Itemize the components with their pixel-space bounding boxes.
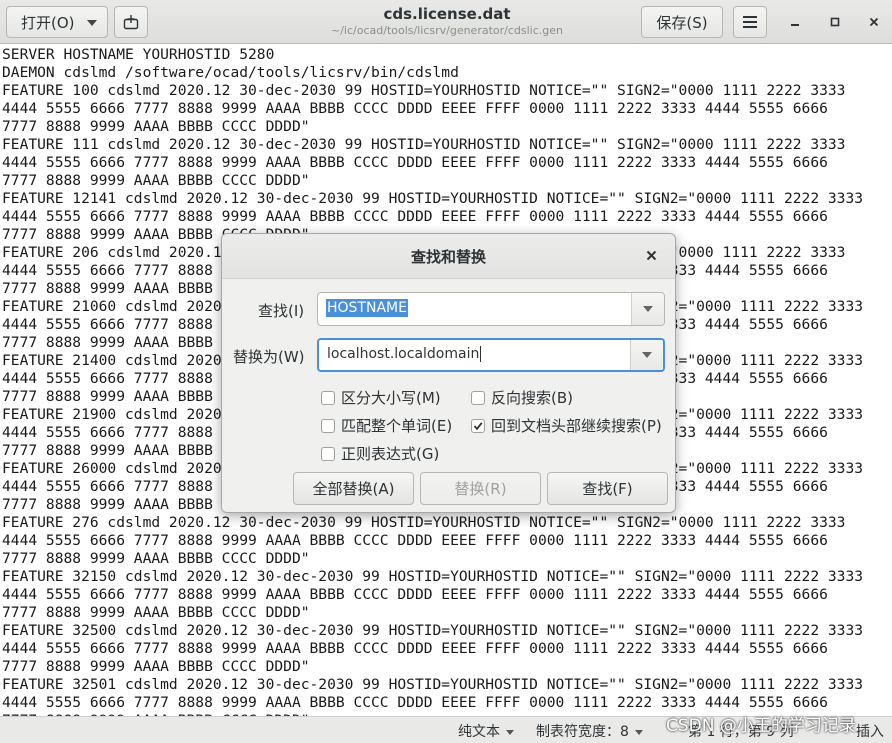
editor-line: FEATURE 32500 cdslmd 2020.12 30-dec-2030…: [2, 622, 864, 639]
find-input[interactable]: HOSTNAME: [326, 299, 408, 317]
find-replace-dialog: 查找和替换 查找(I) HOSTNAME 替换为(W) localhost.lo…: [221, 233, 676, 513]
wrap-around-label: 回到文档头部继续搜索(P): [491, 417, 662, 435]
editor-line: 4444 5555 6666 7777 8888 9999 AAAA BBBB …: [2, 640, 828, 657]
editor-line: 7777 8888 9999 AAAA BBBB CCCC DDDD": [2, 118, 310, 135]
editor-line: FEATURE 100 cdslmd 2020.12 30-dec-2030 9…: [2, 82, 846, 99]
editor-line: 7777 8888 9999 AAAA BBBB CCCC DDDD": [2, 604, 310, 621]
find-combo[interactable]: HOSTNAME: [317, 292, 665, 326]
checkbox-box: [471, 418, 485, 433]
find-label: 查找(I): [258, 302, 305, 320]
language-selector[interactable]: 纯文本: [458, 721, 514, 741]
editor-line: 7777 8888 9999 AAAA BBBB CCCC DDDD": [2, 550, 310, 567]
editor-line: 7777 8888 9999 AAAA BBBB CCCC DDDD": [2, 172, 310, 189]
find-history-dropdown[interactable]: [632, 293, 664, 325]
minimize-icon: [791, 24, 799, 26]
find-button-label: 查找(F): [582, 480, 633, 498]
document-title: cds.license.dat: [383, 5, 511, 23]
editor-line: 4444 5555 6666 7777 8888 9999 AAAA BBBB …: [2, 154, 828, 171]
chevron-down-icon: [506, 729, 514, 735]
backwards-label: 反向搜索(B): [491, 389, 573, 407]
checkmark-icon: [473, 421, 483, 430]
close-window-button[interactable]: [862, 10, 886, 34]
replace-button[interactable]: 替换(R): [420, 472, 541, 505]
editor-line: FEATURE 32150 cdslmd 2020.12 30-dec-2030…: [2, 568, 864, 585]
close-icon: [646, 250, 656, 260]
tab-width-label: 制表符宽度：8: [536, 724, 629, 740]
editor-line: FEATURE 276 cdslmd 2020.12 30-dec-2030 9…: [2, 514, 846, 531]
text-cursor: [480, 346, 482, 362]
checkbox-box: [321, 418, 335, 433]
close-icon: [869, 17, 879, 27]
replace-label: 替换为(W): [233, 348, 305, 366]
insert-mode-label: 插入: [856, 724, 884, 740]
replace-all-button[interactable]: 全部替换(A): [293, 472, 414, 505]
chevron-down-icon: [634, 729, 643, 735]
match-case-checkbox[interactable]: 区分大小写(M): [321, 387, 441, 408]
whole-word-label: 匹配整个单词(E): [341, 417, 453, 435]
editor-line: 7777 8888 9999 AAAA BBBB CCCC DDDD": [2, 658, 310, 675]
dialog-title-bar: 查找和替换: [222, 234, 675, 279]
regex-checkbox[interactable]: 正则表达式(G): [321, 443, 439, 464]
dialog-close-button[interactable]: [641, 245, 661, 265]
new-document-button[interactable]: [114, 6, 148, 38]
maximize-icon: [830, 17, 840, 27]
open-button-label: 打开(O): [21, 13, 75, 32]
wrap-around-checkbox[interactable]: 回到文档头部继续搜索(P): [471, 415, 662, 436]
replace-input[interactable]: localhost.localdomain: [327, 346, 482, 362]
replace-input-value: localhost.localdomain: [327, 346, 480, 362]
maximize-button[interactable]: [823, 10, 847, 34]
insert-mode: 插入: [856, 721, 884, 741]
replace-all-label: 全部替换(A): [312, 480, 395, 498]
replace-history-dropdown[interactable]: [631, 340, 663, 370]
document-path: ~/ic/ocad/tools/licsrv/generator/cdslic.…: [331, 24, 563, 37]
replace-combo[interactable]: localhost.localdomain: [317, 338, 665, 372]
regex-label: 正则表达式(G): [341, 445, 440, 463]
replace-label-text: 替换(R): [454, 480, 507, 498]
editor-line: 4444 5555 6666 7777 8888 9999 AAAA BBBB …: [2, 694, 828, 711]
open-button[interactable]: 打开(O): [6, 6, 108, 38]
dialog-title: 查找和替换: [410, 248, 486, 266]
new-document-icon: [123, 15, 139, 30]
minimize-button[interactable]: [783, 10, 807, 34]
window-title: cds.license.dat ~/ic/ocad/tools/licsrv/g…: [260, 4, 634, 38]
whole-word-checkbox[interactable]: 匹配整个单词(E): [321, 415, 452, 436]
find-input-value: HOSTNAME: [326, 299, 408, 317]
hamburger-menu-icon: [743, 16, 757, 28]
chevron-down-icon: [642, 352, 652, 358]
editor-line: 4444 5555 6666 7777 8888 9999 AAAA BBBB …: [2, 586, 828, 603]
menu-button[interactable]: [733, 6, 767, 38]
tab-width-selector[interactable]: 制表符宽度：8: [536, 721, 643, 741]
watermark: CSDN @小王的学习记录: [666, 716, 856, 736]
editor-line: SERVER HOSTNAME YOURHOSTID 5280: [2, 46, 275, 63]
checkbox-box: [471, 390, 485, 405]
match-case-label: 区分大小写(M): [341, 389, 441, 407]
editor-line: 4444 5555 6666 7777 8888 9999 AAAA BBBB …: [2, 100, 828, 117]
chevron-down-icon: [643, 306, 653, 312]
header-bar: 打开(O) cds.license.dat ~/ic/ocad/tools/li…: [0, 0, 892, 44]
save-button-label: 保存(S): [656, 13, 708, 32]
find-button[interactable]: 查找(F): [547, 472, 668, 505]
editor-line: FEATURE 12141 cdslmd 2020.12 30-dec-2030…: [2, 190, 864, 207]
checkbox-box: [321, 390, 335, 405]
editor-line: 4444 5555 6666 7777 8888 9999 AAAA BBBB …: [2, 208, 828, 225]
editor-line: FEATURE 32501 cdslmd 2020.12 30-dec-2030…: [2, 676, 864, 693]
language-label: 纯文本: [458, 724, 500, 740]
checkbox-box: [321, 446, 335, 461]
backwards-checkbox[interactable]: 反向搜索(B): [471, 387, 573, 408]
editor-line: 4444 5555 6666 7777 8888 9999 AAAA BBBB …: [2, 532, 828, 549]
editor-line: DAEMON cdslmd /software/ocad/tools/licsr…: [2, 64, 459, 81]
save-button[interactable]: 保存(S): [641, 6, 723, 38]
editor-line: FEATURE 111 cdslmd 2020.12 30-dec-2030 9…: [2, 136, 846, 153]
chevron-down-icon: [87, 20, 97, 26]
